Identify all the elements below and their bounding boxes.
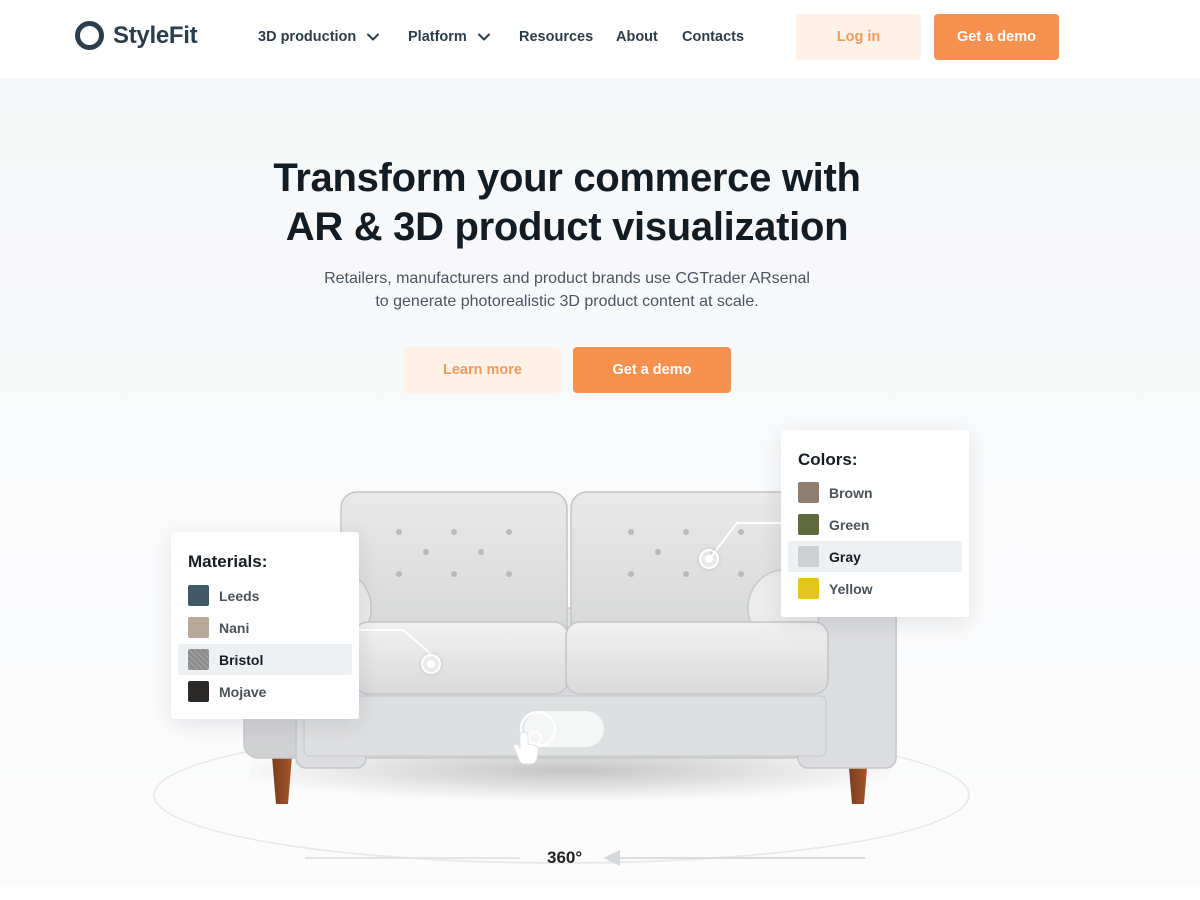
color-swatch (798, 546, 819, 567)
material-option-label: Bristol (219, 651, 264, 668)
nav-item-label: About (616, 29, 658, 45)
materials-panel: Materials: Leeds Nani Bristol Mojave (171, 532, 359, 719)
nav-item-contacts[interactable]: Contacts (682, 29, 744, 45)
chevron-down-icon (477, 33, 490, 41)
rotate-left-arrow-icon (603, 850, 620, 866)
material-hotspot[interactable] (421, 654, 441, 674)
color-option-label: Gray (829, 548, 861, 565)
nav-item-3d-production[interactable]: 3D production (258, 29, 380, 45)
color-option-label: Brown (829, 484, 873, 501)
rotation-track-right (620, 857, 865, 859)
color-option-brown[interactable]: Brown (788, 477, 962, 508)
color-swatch (798, 514, 819, 535)
color-option-gray[interactable]: Gray (788, 541, 962, 572)
material-swatch (188, 681, 209, 702)
chevron-down-icon (367, 33, 380, 41)
colors-panel: Colors: Brown Green Gray Yellow (781, 430, 969, 617)
hero-title-line-2: AR & 3D product visualization (285, 205, 849, 249)
nav-item-label: Resources (519, 29, 594, 45)
nav-item-platform[interactable]: Platform (408, 29, 491, 45)
colors-panel-title: Colors: (798, 450, 858, 469)
nav-item-label: Contacts (682, 29, 745, 45)
logo-ring-icon (75, 21, 104, 50)
login-button[interactable]: Log in (796, 14, 921, 60)
material-option-label: Mojave (219, 683, 267, 700)
color-hotspot[interactable] (699, 549, 719, 569)
material-option-bristol[interactable]: Bristol (178, 644, 352, 675)
hero-title: Transform your commerce with AR & 3D pro… (200, 154, 934, 252)
learn-more-button[interactable]: Learn more (404, 347, 561, 393)
nav-item-about[interactable]: About (616, 29, 658, 45)
material-swatch (188, 585, 209, 606)
color-option-green[interactable]: Green (788, 509, 962, 540)
hero-get-demo-button[interactable]: Get a demo (573, 347, 731, 393)
top-navigation: StyleFit 3D production Platform Resource… (0, 0, 1200, 78)
material-option-nani[interactable]: Nani (178, 612, 352, 643)
rotation-label: 360° (547, 848, 583, 867)
hero-subtitle-line-2: to generate photorealistic 3D product co… (375, 293, 759, 310)
nav-item-resources[interactable]: Resources (519, 29, 593, 45)
next-section-edge (0, 886, 1200, 900)
brand-logo[interactable]: StyleFit (75, 21, 198, 50)
hero-subtitle-line-1: Retailers, manufacturers and product bra… (324, 270, 810, 287)
drag-hand-icon (513, 710, 604, 765)
color-swatch (798, 482, 819, 503)
nav-item-label: Platform (408, 29, 467, 45)
brand-name: StyleFit (113, 21, 198, 49)
material-swatch (188, 617, 209, 638)
hotspot-connectors (355, 522, 795, 655)
material-option-mojave[interactable]: Mojave (178, 676, 352, 707)
color-swatch (798, 578, 819, 599)
hero-subtitle: Retailers, manufacturers and product bra… (280, 267, 854, 313)
color-option-label: Green (829, 516, 870, 533)
materials-panel-title: Materials: (188, 552, 268, 571)
material-swatch (188, 649, 209, 670)
material-option-label: Leeds (219, 587, 260, 604)
material-option-leeds[interactable]: Leeds (178, 580, 352, 611)
nav-item-label: 3D production (258, 29, 357, 45)
color-option-label: Yellow (829, 580, 873, 597)
nav-get-demo-button[interactable]: Get a demo (934, 14, 1059, 60)
material-option-label: Nani (219, 619, 250, 636)
hero-title-line-1: Transform your commerce with (273, 156, 861, 200)
color-option-yellow[interactable]: Yellow (788, 573, 962, 604)
rotation-track-left (305, 857, 520, 859)
